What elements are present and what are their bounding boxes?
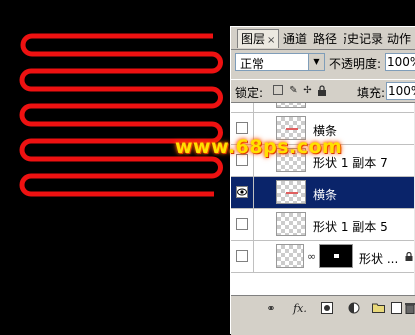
new-layer-icon[interactable] [389, 302, 403, 316]
visibility-toggle[interactable] [236, 186, 248, 198]
folder-icon[interactable] [371, 302, 385, 316]
brush-lock-icon[interactable]: ✎ [288, 85, 299, 96]
transparency-lock-icon[interactable] [273, 85, 283, 95]
layer-row[interactable]: ∞ 形状 ... [231, 241, 415, 273]
eye-icon [237, 188, 247, 196]
red-zigzag-shape [19, 33, 223, 197]
layer-thumbnail [276, 212, 306, 236]
layer-thumbnail [276, 244, 304, 268]
tab-actions[interactable]: 动作 [387, 31, 411, 48]
layers-panel: 图层× 通道 路径 历史记录 动作 正常 ▼ 不透明度: 100% 锁定: ✎ … [230, 26, 415, 335]
link-layers-icon[interactable]: ⚭ [264, 302, 278, 316]
tab-paths-label: 路径 [313, 32, 338, 46]
blend-row: 正常 ▼ 不透明度: 100% [231, 51, 415, 75]
fill-input[interactable]: 100% [386, 82, 415, 100]
visibility-toggle[interactable] [236, 122, 248, 134]
fill-label: 填充: [357, 86, 386, 100]
layer-thumbnail [276, 180, 306, 204]
layer-row-partial[interactable] [231, 103, 415, 113]
vector-mask-thumbnail [319, 244, 353, 268]
adjustment-icon[interactable] [347, 302, 361, 316]
move-lock-icon[interactable]: ✢ [302, 85, 313, 96]
watermark-text: www.68ps.com [175, 136, 343, 158]
tab-channels-label: 通道 [283, 32, 308, 46]
visibility-toggle[interactable] [236, 250, 248, 262]
blend-mode-value: 正常 [240, 57, 265, 71]
tab-history-label: 历史记录 [344, 32, 383, 46]
layer-name: 横条 [313, 188, 338, 202]
lock-row: 锁定: ✎ ✢ 填充: 100% [231, 79, 415, 102]
tab-actions-label: 动作 [387, 32, 412, 46]
opacity-label: 不透明度: [329, 57, 382, 71]
layer-name: 形状 ... [359, 252, 399, 266]
tab-paths[interactable]: 路径 [313, 31, 337, 48]
opacity-input[interactable]: 100% [385, 53, 415, 71]
tab-layers[interactable]: 图层 × [237, 29, 280, 48]
panel-tab-bar: 图层× 通道 路径 历史记录 动作 [231, 27, 415, 50]
layers-bottom-bar: ⚭ fx. [231, 295, 415, 335]
mask-icon[interactable] [320, 302, 334, 316]
tab-channels[interactable]: 通道 [283, 31, 307, 48]
tab-layers-label: 图层 [241, 32, 266, 46]
chevron-down-icon[interactable]: ▼ [308, 54, 324, 70]
tab-history[interactable]: 历史记录 [344, 31, 383, 48]
chain-link-icon: ∞ [307, 250, 317, 263]
layers-list: 横条 形状 1 副本 7 横条 形状 1 副本 5 ∞ 形状 ... [231, 102, 415, 295]
layer-row[interactable]: 形状 1 副本 5 [231, 209, 415, 241]
blend-mode-select[interactable]: 正常 ▼ [235, 53, 325, 71]
padlock-icon[interactable] [316, 85, 327, 96]
layer-name: 形状 1 副本 5 [313, 220, 388, 234]
lock-label: 锁定: [235, 86, 264, 100]
trash-icon[interactable] [403, 302, 415, 316]
padlock-icon [405, 252, 413, 261]
fx-icon[interactable]: fx. [293, 302, 307, 316]
tab-close-icon[interactable]: × [267, 35, 275, 46]
layer-row-selected[interactable]: 横条 [231, 177, 415, 209]
layer-thumbnail [276, 103, 306, 108]
visibility-toggle[interactable] [236, 218, 248, 230]
